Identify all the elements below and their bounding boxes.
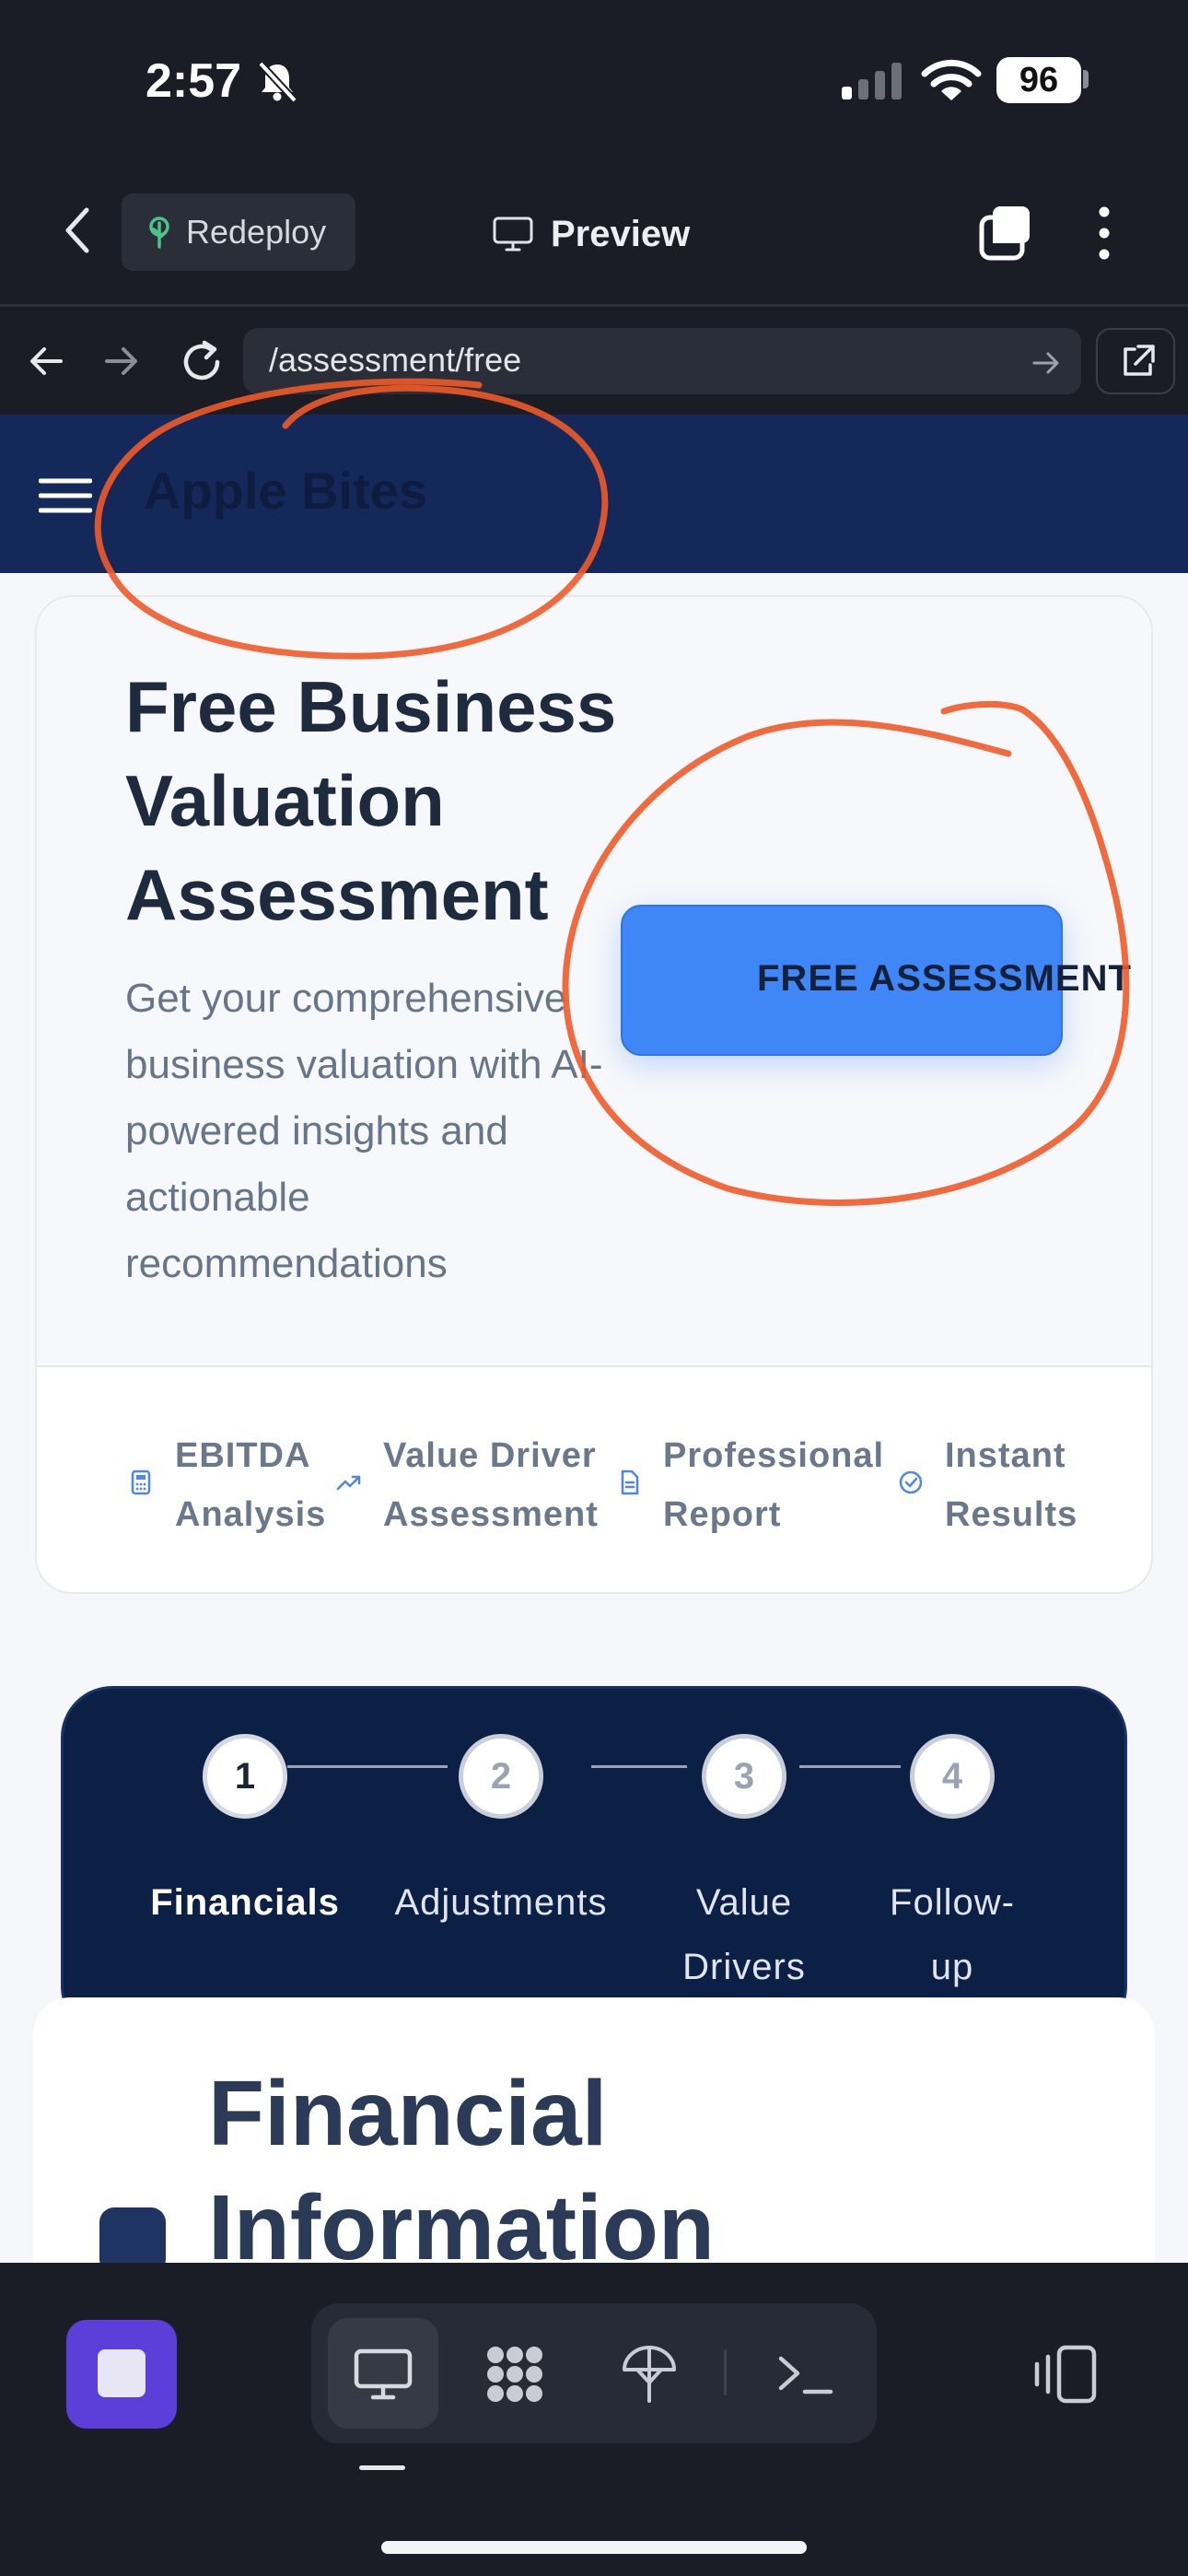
stop-square-icon (98, 2349, 146, 2397)
step-circle-3[interactable]: 3 (702, 1734, 786, 1819)
home-indicator (381, 2541, 807, 2554)
battery-tip (1083, 70, 1089, 88)
wifi-icon (921, 59, 982, 100)
calculator-icon (131, 1469, 151, 1495)
feature-professional-report: Professional Report (615, 1426, 884, 1544)
browser-back-icon[interactable] (26, 341, 66, 381)
deploy-icon[interactable] (617, 2342, 681, 2406)
battery-indicator: 96 (996, 57, 1081, 103)
feature-label: EBITDA Analysis (175, 1436, 327, 1534)
step-circle-2[interactable]: 2 (459, 1734, 543, 1819)
hero-divider (37, 1365, 1151, 1367)
external-link-icon (1124, 345, 1155, 376)
status-time: 2:57 (146, 54, 242, 108)
preview-tab[interactable]: Preview (492, 206, 690, 262)
monitor-icon[interactable] (351, 2342, 415, 2406)
step-connector (287, 1765, 448, 1768)
feature-label: Instant Results (945, 1436, 1078, 1534)
active-tab-indicator (359, 2465, 405, 2470)
monitor-icon (493, 217, 533, 252)
tool-separator (724, 2349, 727, 2395)
app-grid-icon[interactable] (483, 2342, 547, 2406)
site-brand[interactable]: Apple Bites (144, 461, 427, 521)
step-label-financials[interactable]: Financials (134, 1870, 355, 1935)
trend-up-icon (336, 1475, 361, 1491)
feature-label: Value Driver Assessment (383, 1436, 599, 1534)
document-icon (621, 1469, 639, 1495)
feature-ebitda-analysis: EBITDA Analysis (127, 1426, 341, 1544)
reload-icon[interactable] (177, 337, 227, 387)
feature-value-driver-assessment: Value Driver Assessment (335, 1426, 604, 1544)
tabs-switcher-icon[interactable] (976, 203, 1037, 263)
step-circle-1[interactable]: 1 (203, 1734, 287, 1819)
hamburger-menu-icon[interactable] (39, 477, 92, 514)
feature-instant-results: Instant Results (897, 1426, 1092, 1544)
free-assessment-label: FREE ASSESSMENT (757, 958, 1132, 999)
step-connector (591, 1765, 687, 1768)
step-label-follow-up[interactable]: Follow-up (869, 1870, 1035, 1999)
more-options-icon[interactable] (1090, 205, 1118, 262)
step-circle-4[interactable]: 4 (910, 1734, 995, 1819)
hero-title: Free Business Valuation Assessment (125, 666, 617, 935)
browser-forward-icon[interactable] (101, 341, 142, 381)
preview-label: Preview (551, 213, 691, 254)
signal-icon (842, 63, 902, 100)
bell-muted-icon (258, 61, 297, 103)
step-connector (799, 1765, 901, 1768)
go-arrow-icon[interactable] (1030, 346, 1063, 380)
step-label-adjustments[interactable]: Adjustments (372, 1870, 630, 1935)
device-switch-icon[interactable] (1031, 2342, 1100, 2406)
deploy-tree-icon (149, 217, 169, 249)
open-external-button[interactable] (1096, 328, 1175, 394)
step-label-value-drivers[interactable]: Value Drivers (661, 1870, 827, 1999)
check-circle-icon (899, 1470, 923, 1494)
hero-subtitle: Get your comprehensive business valuatio… (125, 976, 603, 1286)
chrome-divider (0, 304, 1188, 307)
url-text[interactable]: /assessment/free (269, 341, 521, 380)
redeploy-label: Redeploy (186, 213, 327, 251)
financial-section-title: Financial Information (208, 2062, 715, 2279)
terminal-icon[interactable] (774, 2342, 838, 2406)
back-arrow-icon[interactable] (55, 205, 101, 256)
redeploy-button[interactable]: Redeploy (122, 193, 355, 271)
feature-label: Professional Report (663, 1436, 885, 1534)
